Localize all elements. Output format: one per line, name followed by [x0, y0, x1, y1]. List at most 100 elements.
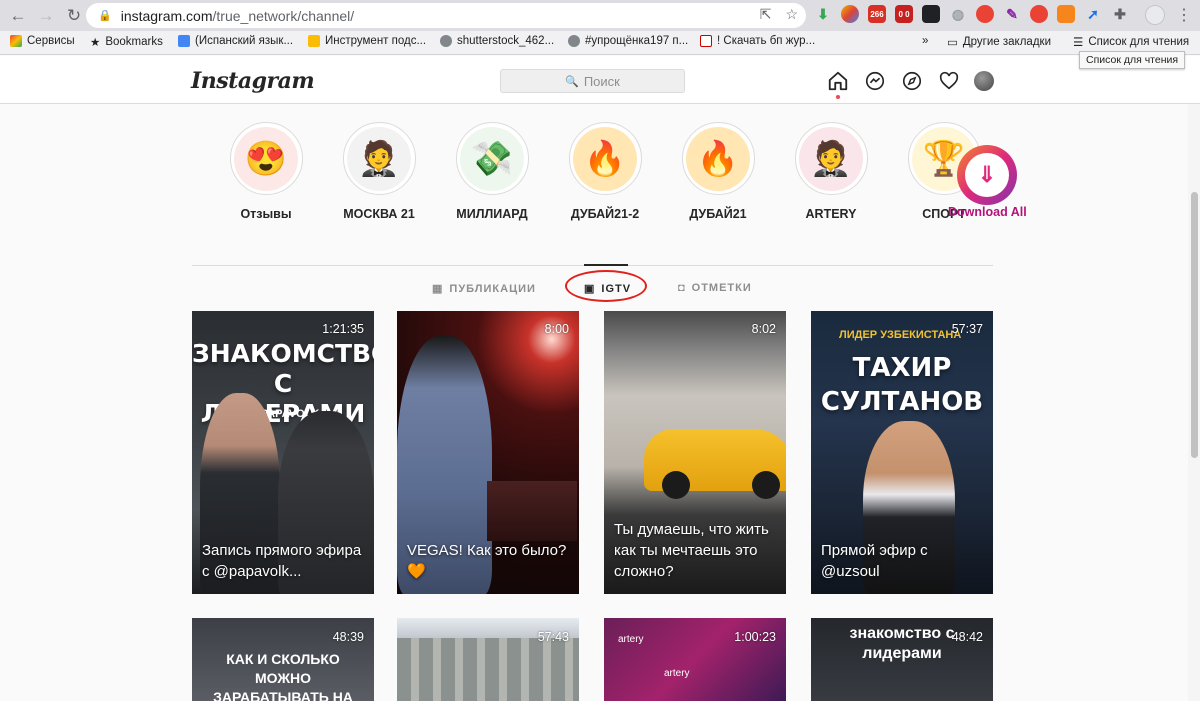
story-label: Отзывы: [240, 207, 292, 221]
back-icon[interactable]: ←: [4, 2, 32, 30]
globe-icon[interactable]: ◍: [949, 5, 967, 23]
home-icon[interactable]: [826, 69, 849, 99]
thumbnail-brand: artery: [664, 668, 690, 679]
globe-favicon-icon: [440, 35, 452, 47]
thumbnail-title: ТАХИР СУЛТАНОВ: [820, 353, 984, 417]
reading-list-icon: ☰: [1073, 37, 1084, 49]
search-icon: 🔍: [565, 75, 579, 88]
instagram-logo[interactable]: Instagram: [191, 68, 315, 94]
globe-favicon-icon: [568, 35, 580, 47]
page-scrollbar[interactable]: [1188, 104, 1200, 701]
address-url: instagram.com/true_network/channel/: [120, 7, 355, 24]
igtv-video-card[interactable]: ЛИДЕР УЗБЕКИСТАНА ТАХИР СУЛТАНОВ 57:37 Пр…: [811, 311, 993, 594]
story-ring: 😍: [229, 122, 303, 195]
car-wheel: [752, 471, 780, 499]
bookmark-spanish[interactable]: (Испанский язык...: [178, 35, 293, 47]
heart-activity-icon[interactable]: [937, 69, 960, 92]
story-avatar: 😍: [234, 126, 298, 191]
mail-badge-icon[interactable]: 266: [868, 5, 886, 23]
story-highlight-moskva[interactable]: 🤵 МОСКВА 21: [329, 122, 429, 221]
bookmark-uproshchenka[interactable]: #упрощёнка197 п...: [568, 35, 688, 47]
bookmark-shutterstock[interactable]: shutterstock_462...: [440, 35, 554, 47]
cursor-icon[interactable]: ➚: [1084, 5, 1102, 23]
story-avatar: 🤵: [799, 126, 863, 191]
video-caption: Прямой эфир с @uzsoul: [821, 542, 928, 580]
annotation-circle: [565, 270, 647, 302]
reading-list-tooltip: Список для чтения: [1079, 51, 1186, 69]
search-input[interactable]: 🔍 Поиск: [500, 69, 685, 93]
story-label: ДУБАЙ21-2: [570, 207, 640, 221]
igtv-video-card[interactable]: ЗНАКОМСТВОС ЛИДЕРАМИ ◎ PAPAVOLK 1:21:35 …: [192, 311, 374, 594]
ads-favicon-icon: [308, 35, 320, 47]
star-icon: ★: [90, 37, 101, 49]
tab-tagged[interactable]: ◘ ОТМЕТКИ: [678, 282, 752, 294]
messenger-icon[interactable]: [863, 69, 886, 92]
browser-menu-icon[interactable]: ⋮: [1176, 5, 1192, 25]
thumbnail-title: КАК И СКОЛЬКО МОЖНО ЗАРАБАТЫВАТЬ НА КРИП…: [213, 651, 353, 701]
instagram-nav: [826, 69, 994, 99]
story-ring: 🔥: [568, 122, 642, 195]
igtv-video-card[interactable]: КАК И СКОЛЬКО МОЖНО ЗАРАБАТЫВАТЬ НА КРИП…: [192, 618, 374, 701]
story-highlight-otzyvy[interactable]: 😍 Отзывы: [216, 122, 316, 221]
instagram-header: Instagram 🔍 Поиск: [0, 56, 1200, 104]
pen-icon[interactable]: ✎: [1003, 5, 1021, 23]
scrollbar-thumb[interactable]: [1191, 192, 1198, 458]
igtv-video-card[interactable]: 57:43: [397, 618, 579, 701]
fox-icon[interactable]: [1057, 5, 1075, 23]
puzzle-icon[interactable]: ✚: [1111, 5, 1129, 23]
profile-avatar[interactable]: [974, 70, 994, 91]
tab-publications[interactable]: ▦ ПУБЛИКАЦИИ: [432, 282, 536, 296]
grid-icon: ▦: [432, 283, 444, 295]
story-label: МОСКВА 21: [343, 207, 415, 221]
bookmarks-more[interactable]: »: [922, 35, 928, 47]
share-icon[interactable]: ⇱: [760, 6, 772, 23]
bookmark-star-icon[interactable]: ☆: [785, 6, 798, 23]
other-bookmarks[interactable]: ▭ Другие закладки: [947, 35, 1051, 49]
forward-icon[interactable]: →: [32, 2, 60, 30]
download-all-label[interactable]: Download All: [948, 205, 1027, 219]
story-ring: 🔥: [681, 122, 755, 195]
download-icon: ⇓: [965, 153, 1009, 197]
story-highlight-dubai21-2[interactable]: 🔥 ДУБАЙ21-2: [555, 122, 655, 221]
building-facade: [397, 638, 579, 701]
dark-extension-icon[interactable]: [922, 5, 940, 23]
reading-list[interactable]: ☰ Список для чтения: [1073, 35, 1189, 49]
folder-icon: ▭: [947, 37, 958, 49]
address-bar[interactable]: 🔒 instagram.com/true_network/channel/ ⇱ …: [86, 3, 806, 28]
video-caption: Ты думаешь, что жить как ты мечтаешь это…: [614, 521, 769, 580]
video-duration: 48:39: [332, 630, 364, 644]
bookmarks-bar: Сервисы ★ Bookmarks (Испанский язык... Ин…: [0, 31, 1200, 55]
story-highlight-milliard[interactable]: 💸 МИЛЛИАРД: [442, 122, 542, 221]
record-icon[interactable]: [976, 5, 994, 23]
video-duration: 1:00:23: [734, 630, 776, 644]
igtv-video-card[interactable]: знакомство с лидерами 48:42: [811, 618, 993, 701]
reload-icon[interactable]: ↻: [60, 2, 88, 30]
extensions-bar: ⬇ 266 0 0 ◍ ✎ ➚ ✚: [814, 5, 1129, 23]
story-highlight-dubai21[interactable]: 🔥 ДУБАЙ21: [668, 122, 768, 221]
story-avatar: 💸: [460, 126, 524, 191]
bookmark-services[interactable]: Сервисы: [10, 35, 75, 47]
download-arrow-icon[interactable]: ⬇: [814, 5, 832, 23]
tagged-person-icon: ◘: [678, 282, 686, 294]
igtv-video-card[interactable]: 8:02 Ты думаешь, что жить как ты мечтаеш…: [604, 311, 786, 594]
browser-profile-avatar[interactable]: [1145, 5, 1165, 25]
counter-badge-icon[interactable]: 0 0: [895, 5, 913, 23]
thumbnail-brand: artery: [618, 634, 644, 645]
story-highlight-artery[interactable]: 🤵 ARTERY: [781, 122, 881, 221]
bookmark-tool[interactable]: Инструмент подс...: [308, 35, 426, 47]
igtv-video-card[interactable]: 8:00 VEGAS! Как это было? 🧡: [397, 311, 579, 594]
download-all-button[interactable]: ⇓: [957, 145, 1017, 205]
video-duration: 57:43: [537, 630, 569, 644]
story-label: ДУБАЙ21: [689, 207, 747, 221]
story-avatar: 🔥: [686, 126, 750, 191]
colorful-extension-icon[interactable]: [841, 5, 859, 23]
red-circle-icon[interactable]: [1030, 5, 1048, 23]
site-favicon-icon: [178, 35, 190, 47]
bookmark-bookmarks[interactable]: ★ Bookmarks: [90, 35, 163, 49]
lock-icon: 🔒: [98, 10, 112, 22]
story-avatar: 🔥: [573, 126, 637, 191]
explore-compass-icon[interactable]: [900, 69, 923, 92]
bookmark-download-journal[interactable]: ! Скачать бп жур...: [700, 35, 815, 47]
igtv-video-card[interactable]: artery artery 1:00:23: [604, 618, 786, 701]
video-duration: 1:21:35: [322, 322, 364, 336]
